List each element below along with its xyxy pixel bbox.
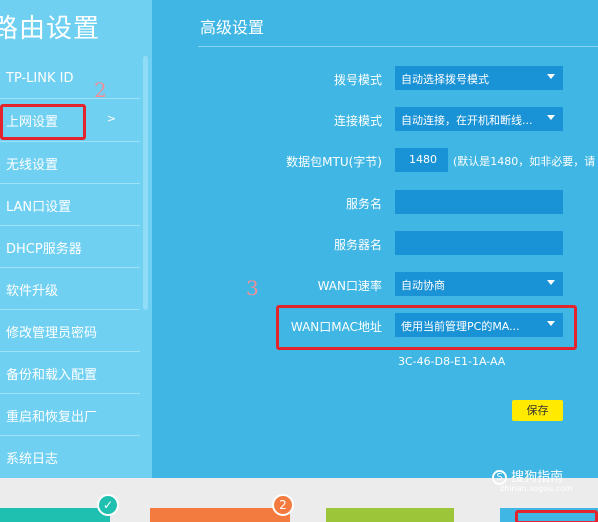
sidebar-item-lan[interactable]: LAN口设置: [0, 185, 140, 225]
title-divider: [198, 46, 598, 47]
sidebar-scrollbar[interactable]: [143, 56, 148, 310]
step-number-2: 2: [94, 78, 107, 102]
watermark: S 搜狗指南: [492, 466, 563, 485]
dropdown-arrow-icon: [547, 280, 555, 285]
sidebar-divider: [0, 183, 140, 184]
highlight-box-next: [515, 510, 598, 522]
connect-mode-value: 自动连接，在开机和断线...: [401, 114, 533, 127]
sidebar-item-tplink-id[interactable]: TP-LINK ID: [0, 58, 140, 98]
connect-mode-label: 连接模式: [333, 114, 382, 128]
sidebar-item-wireless[interactable]: 无线设置: [0, 143, 140, 183]
sidebar-item-label: 软件升级: [6, 283, 59, 299]
sidebar-item-label: LAN口设置: [6, 199, 72, 215]
sidebar-divider: [0, 435, 140, 436]
watermark-text: 搜狗指南: [511, 470, 564, 485]
sidebar: 路由设置 TP-LINK ID 上网设置 > 无线设置 LAN口设置 DHCP服…: [0, 0, 152, 478]
app-title: 路由设置: [0, 14, 101, 44]
dial-mode-label: 拨号模式: [333, 73, 382, 87]
sidebar-item-label: 备份和载入配置: [6, 367, 98, 383]
dial-mode-value: 自动选择拨号模式: [401, 73, 489, 86]
watermark-url: zhinan.sogou.com: [500, 484, 573, 493]
server-name-label: 服务器名: [333, 238, 382, 252]
sidebar-item-label: 重启和恢复出厂: [6, 409, 98, 425]
sidebar-item-backup[interactable]: 备份和载入配置: [0, 353, 140, 393]
sidebar-divider: [0, 98, 140, 99]
save-button[interactable]: 保存: [512, 400, 563, 421]
service-name-value: [395, 190, 563, 195]
step-block-done: [0, 508, 110, 522]
step-badge: 2: [272, 494, 294, 516]
sidebar-divider: [0, 309, 140, 310]
server-name-value: [395, 231, 563, 236]
sidebar-item-firmware[interactable]: 软件升级: [0, 269, 140, 309]
sidebar-item-reboot[interactable]: 重启和恢复出厂: [0, 395, 140, 435]
mtu-label: 数据包MTU(字节): [286, 155, 382, 169]
sidebar-item-syslog[interactable]: 系统日志: [0, 437, 140, 477]
sidebar-divider: [0, 393, 140, 394]
sidebar-divider: [0, 267, 140, 268]
check-icon: ✓: [97, 494, 119, 516]
wan-speed-value: 自动协商: [401, 279, 445, 292]
sogou-logo-icon: S: [492, 470, 507, 485]
service-name-label: 服务名: [345, 197, 382, 211]
sidebar-item-label: DHCP服务器: [6, 241, 82, 257]
wan-speed-label: WAN口速率: [317, 279, 382, 293]
sidebar-item-label: 无线设置: [6, 157, 59, 173]
wan-speed-select[interactable]: 自动协商: [395, 272, 563, 296]
mtu-hint: (默认是1480，如非必要，请: [453, 155, 596, 168]
sidebar-divider: [0, 141, 140, 142]
highlight-box-internet-settings: [0, 104, 86, 140]
dropdown-arrow-icon: [547, 115, 555, 120]
sidebar-item-label: 修改管理员密码: [6, 325, 98, 341]
dropdown-arrow-icon: [547, 74, 555, 79]
connect-mode-select[interactable]: 自动连接，在开机和断线...: [395, 107, 563, 131]
step-number-3: 3: [246, 276, 259, 300]
mtu-value: 1480: [409, 153, 437, 166]
sidebar-item-dhcp[interactable]: DHCP服务器: [0, 227, 140, 267]
sidebar-item-label: 系统日志: [6, 451, 59, 467]
mac-address-text: 3C-46-D8-E1-1A-AA: [398, 355, 506, 368]
sidebar-divider: [0, 225, 140, 226]
chevron-right-icon: >: [106, 112, 116, 125]
dial-mode-select[interactable]: 自动选择拨号模式: [395, 66, 563, 90]
sidebar-item-admin-password[interactable]: 修改管理员密码: [0, 311, 140, 351]
server-name-input[interactable]: [395, 231, 563, 255]
highlight-box-wan-mac: [276, 305, 577, 350]
sidebar-divider: [0, 351, 140, 352]
sidebar-item-label: TP-LINK ID: [6, 70, 74, 86]
page-title: 高级设置: [200, 18, 265, 37]
service-name-input[interactable]: [395, 190, 563, 214]
step-block-current: [150, 508, 290, 522]
step-block-next: [326, 508, 454, 522]
mtu-input[interactable]: 1480: [395, 148, 448, 172]
